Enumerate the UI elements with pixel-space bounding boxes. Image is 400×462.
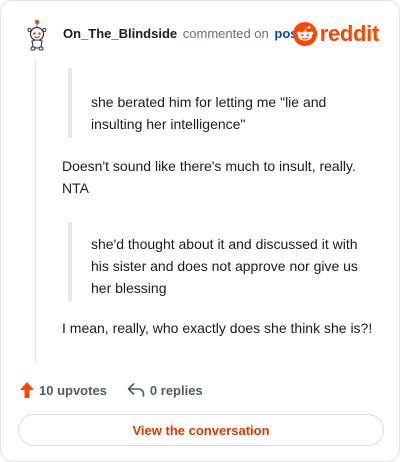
comment-footer: 10 upvotes 0 replies	[19, 379, 203, 401]
reddit-brand[interactable]: reddit	[292, 21, 380, 46]
reddit-logo-icon	[292, 22, 317, 46]
thread-line	[35, 59, 36, 363]
reply-button[interactable]: 0 replies	[127, 382, 203, 398]
comment-meta: On_The_Blindside commented on post	[63, 27, 302, 41]
comment-card: On_The_Blindside commented on post reddi…	[0, 0, 400, 462]
username-link[interactable]: On_The_Blindside	[63, 26, 177, 41]
blockquote-2: she'd thought about it and discussed it …	[91, 236, 358, 296]
comment-paragraph-1: Doesn't sound like there's much to insul…	[62, 158, 356, 196]
reddit-wordmark: reddit	[319, 21, 380, 46]
quote-bar	[68, 222, 72, 302]
blockquote-1: she berated him for letting me "lie and …	[91, 94, 327, 132]
upvote-arrow-icon	[20, 382, 34, 398]
comment-header: On_The_Blindside commented on post reddi…	[20, 17, 383, 53]
comment-paragraph-2: I mean, really, who exactly does she thi…	[62, 320, 373, 336]
view-conversation-button[interactable]: View the conversation	[18, 414, 384, 446]
upvote-count: 10 upvotes	[39, 382, 107, 398]
upvote-button[interactable]: 10 upvotes	[19, 381, 107, 399]
reply-arrow-icon	[127, 383, 145, 397]
action-text: commented on	[182, 26, 269, 41]
reply-count: 0 replies	[149, 382, 203, 398]
snoo-avatar-icon[interactable]	[23, 19, 51, 51]
quote-bar	[68, 68, 72, 138]
